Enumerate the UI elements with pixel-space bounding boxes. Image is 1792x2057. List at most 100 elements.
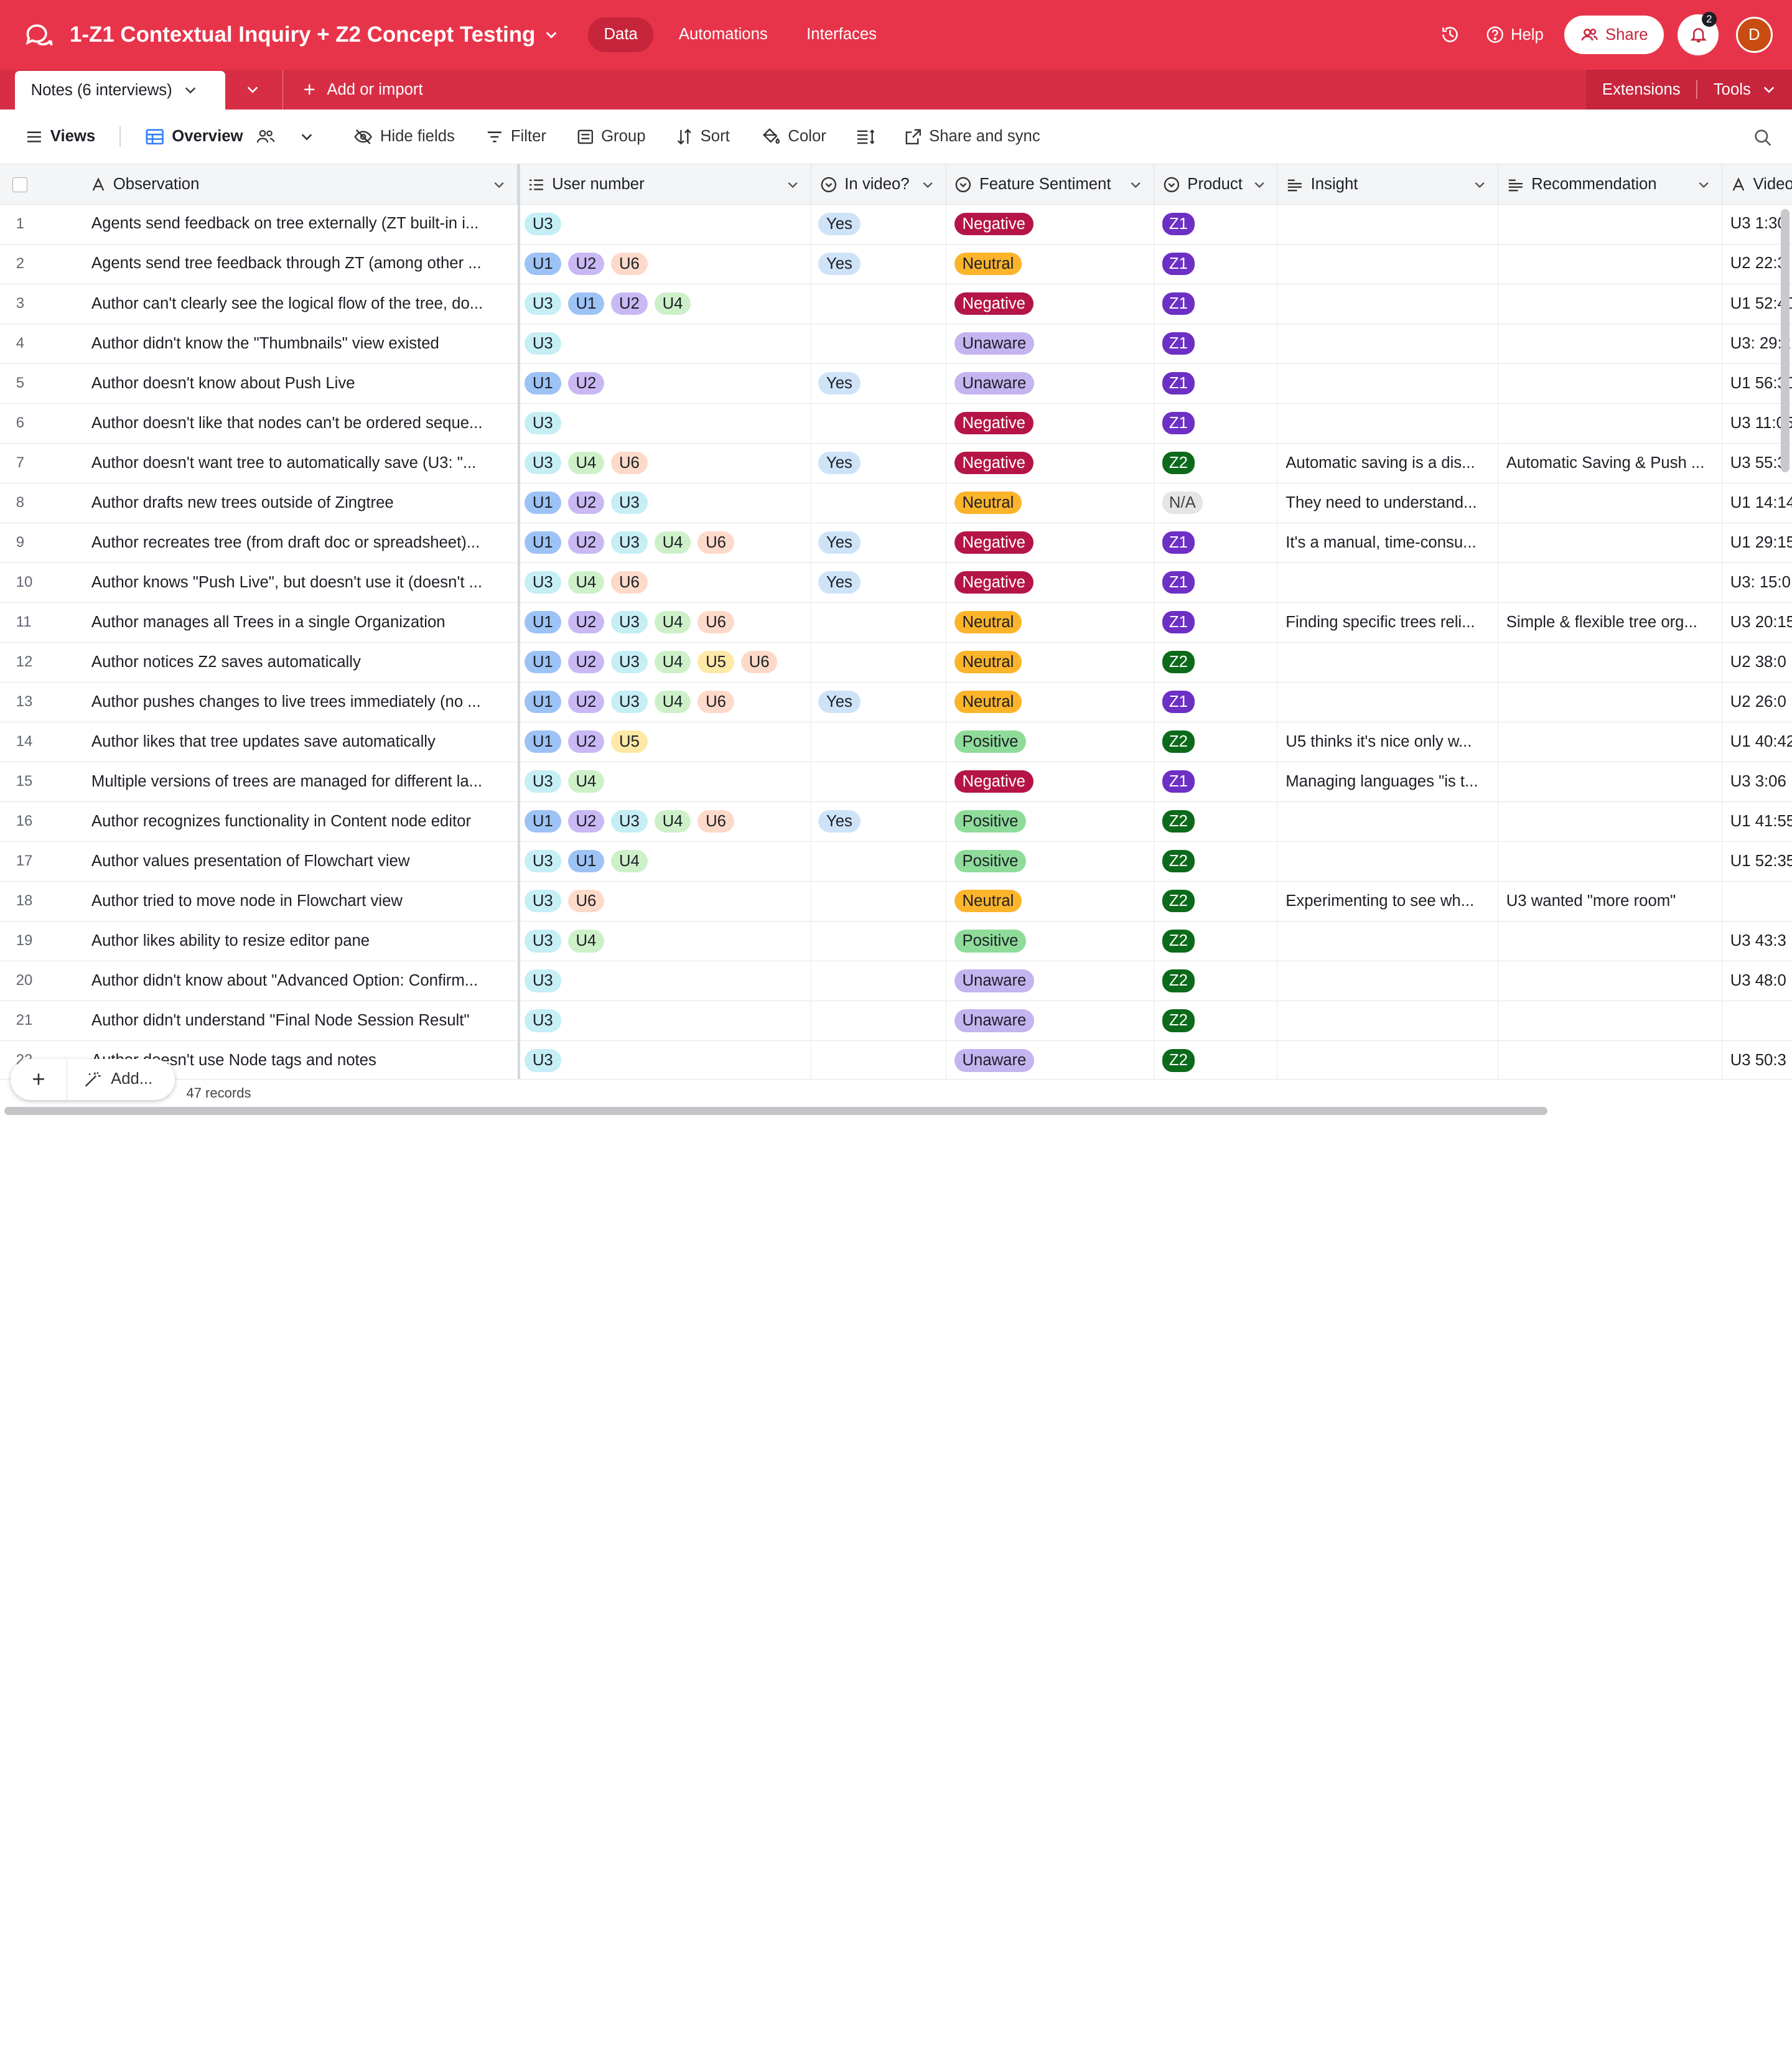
in-video-cell[interactable] bbox=[811, 921, 946, 961]
sentiment-cell[interactable]: Negative bbox=[946, 443, 1155, 483]
observation-cell[interactable]: Author doesn't like that nodes can't be … bbox=[82, 403, 519, 443]
insight-cell[interactable] bbox=[1277, 1001, 1498, 1040]
observation-cell[interactable]: Agents send feedback on tree externally … bbox=[82, 204, 519, 244]
user-number-cell[interactable]: U3 U4 bbox=[519, 921, 812, 961]
extensions-button[interactable]: Extensions bbox=[1586, 81, 1696, 99]
color-button[interactable]: Color bbox=[762, 128, 826, 146]
user-number-cell[interactable]: U3 U4 U6 bbox=[519, 443, 812, 483]
sort-button[interactable]: Sort bbox=[676, 128, 730, 146]
sentiment-cell[interactable]: Positive bbox=[946, 722, 1155, 762]
observation-cell[interactable]: Author pushes changes to live trees imme… bbox=[82, 682, 519, 722]
recommendation-cell[interactable] bbox=[1498, 523, 1722, 562]
group-button[interactable]: Group bbox=[577, 128, 646, 146]
user-number-cell[interactable]: U1 U2 U3 bbox=[519, 483, 812, 523]
sentiment-cell[interactable]: Negative bbox=[946, 403, 1155, 443]
chevron-down-icon[interactable] bbox=[1697, 179, 1710, 191]
video-cell[interactable]: U2 26:0 bbox=[1722, 683, 1792, 721]
observation-cell[interactable]: Author knows "Push Live", but doesn't us… bbox=[82, 562, 519, 602]
in-video-cell[interactable] bbox=[811, 881, 946, 921]
user-number-cell[interactable]: U3 bbox=[519, 1001, 812, 1040]
video-cell[interactable]: U3 50:3 bbox=[1722, 1041, 1792, 1079]
in-video-cell[interactable]: Yes bbox=[811, 363, 946, 403]
user-number-cell[interactable]: U3 bbox=[519, 403, 812, 443]
sentiment-cell[interactable]: Neutral bbox=[946, 881, 1155, 921]
notifications-button[interactable]: 2 bbox=[1678, 12, 1719, 56]
recommendation-cell[interactable] bbox=[1498, 403, 1722, 443]
user-number-cell[interactable]: U3 U4 U6 bbox=[519, 562, 812, 602]
add-record-button[interactable]: + bbox=[11, 1058, 68, 1100]
chevron-down-icon[interactable] bbox=[1129, 179, 1142, 191]
avatar[interactable]: D bbox=[1735, 16, 1773, 54]
observation-cell[interactable]: Author recreates tree (from draft doc or… bbox=[82, 523, 519, 562]
table-row[interactable]: 2 Agents send tree feedback through ZT (a… bbox=[0, 244, 1792, 285]
help-button[interactable]: Help bbox=[1486, 26, 1544, 44]
table-row[interactable]: 3 Author can't clearly see the logical fl… bbox=[0, 284, 1792, 325]
product-cell[interactable]: Z2 bbox=[1154, 722, 1278, 762]
user-number-cell[interactable]: U1 U2 U3 U4 U6 bbox=[519, 801, 812, 841]
observation-cell[interactable]: Author recognizes functionality in Conte… bbox=[82, 801, 519, 841]
product-cell[interactable]: Z1 bbox=[1154, 523, 1278, 562]
observation-cell[interactable]: Author didn't understand "Final Node Ses… bbox=[82, 1001, 519, 1040]
observation-cell[interactable]: Author likes that tree updates save auto… bbox=[82, 722, 519, 762]
table-row[interactable]: 6 Author doesn't like that nodes can't be… bbox=[0, 403, 1792, 444]
product-cell[interactable]: Z1 bbox=[1154, 324, 1278, 363]
view-switcher[interactable]: Overview bbox=[146, 128, 322, 146]
user-number-cell[interactable]: U1 U2 U3 U4 U5 U6 bbox=[519, 642, 812, 682]
insight-cell[interactable] bbox=[1277, 204, 1498, 244]
user-number-cell[interactable]: U1 U2 U3 U4 U6 bbox=[519, 682, 812, 722]
recommendation-cell[interactable] bbox=[1498, 284, 1722, 324]
chevron-down-icon[interactable] bbox=[493, 179, 505, 191]
video-cell[interactable] bbox=[1722, 1001, 1792, 1040]
in-video-cell[interactable]: Yes bbox=[811, 523, 946, 562]
chevron-down-icon[interactable] bbox=[1473, 179, 1486, 191]
insight-cell[interactable]: U5 thinks it's nice only w... bbox=[1277, 722, 1498, 762]
add-or-import-button[interactable]: + Add or import bbox=[282, 70, 423, 110]
video-cell[interactable]: U1 41:55 bbox=[1722, 802, 1792, 841]
sentiment-cell[interactable]: Positive bbox=[946, 841, 1155, 881]
table-row[interactable]: 12 Author notices Z2 saves automatically U… bbox=[0, 642, 1792, 683]
in-video-cell[interactable] bbox=[811, 762, 946, 801]
in-video-cell[interactable] bbox=[811, 324, 946, 363]
all-tables-button[interactable] bbox=[246, 70, 259, 110]
top-tab-data[interactable]: Data bbox=[587, 17, 654, 52]
column-header-insight[interactable]: Insight bbox=[1277, 164, 1498, 205]
in-video-cell[interactable] bbox=[811, 642, 946, 682]
base-title[interactable]: 1-Z1 Contextual Inquiry + Z2 Concept Tes… bbox=[70, 22, 535, 47]
sentiment-cell[interactable]: Negative bbox=[946, 562, 1155, 602]
recommendation-cell[interactable] bbox=[1498, 1001, 1722, 1040]
recommendation-cell[interactable] bbox=[1498, 244, 1722, 284]
filter-button[interactable]: Filter bbox=[487, 128, 546, 146]
product-cell[interactable]: Z1 bbox=[1154, 562, 1278, 602]
column-header-observation[interactable]: Observation bbox=[82, 164, 519, 205]
in-video-cell[interactable] bbox=[811, 483, 946, 523]
insight-cell[interactable] bbox=[1277, 403, 1498, 443]
product-cell[interactable]: Z2 bbox=[1154, 642, 1278, 682]
recommendation-cell[interactable]: Automatic Saving & Push ... bbox=[1498, 443, 1722, 483]
sentiment-cell[interactable]: Unaware bbox=[946, 363, 1155, 403]
insight-cell[interactable] bbox=[1277, 324, 1498, 363]
user-number-cell[interactable]: U3 bbox=[519, 204, 812, 244]
video-cell[interactable] bbox=[1722, 882, 1792, 920]
user-number-cell[interactable]: U3 U1 U4 bbox=[519, 841, 812, 881]
user-number-cell[interactable]: U3 bbox=[519, 324, 812, 363]
table-tab-notes[interactable]: Notes (6 interviews) bbox=[14, 70, 225, 110]
observation-cell[interactable]: Agents send tree feedback through ZT (am… bbox=[82, 244, 519, 284]
in-video-cell[interactable] bbox=[811, 961, 946, 1001]
in-video-cell[interactable]: Yes bbox=[811, 682, 946, 722]
insight-cell[interactable] bbox=[1277, 562, 1498, 602]
insight-cell[interactable]: It's a manual, time-consu... bbox=[1277, 523, 1498, 562]
user-number-cell[interactable]: U3 U1 U2 U4 bbox=[519, 284, 812, 324]
recommendation-cell[interactable]: U3 wanted "more room" bbox=[1498, 881, 1722, 921]
in-video-cell[interactable]: Yes bbox=[811, 443, 946, 483]
row-height-button[interactable] bbox=[856, 129, 882, 144]
recommendation-cell[interactable] bbox=[1498, 961, 1722, 1001]
video-cell[interactable]: U1 14:14 bbox=[1722, 483, 1792, 522]
recommendation-cell[interactable] bbox=[1498, 204, 1722, 244]
sentiment-cell[interactable]: Negative bbox=[946, 523, 1155, 562]
insight-cell[interactable] bbox=[1277, 642, 1498, 682]
views-button[interactable]: Views bbox=[26, 128, 95, 146]
product-cell[interactable]: Z2 bbox=[1154, 443, 1278, 483]
recommendation-cell[interactable] bbox=[1498, 722, 1722, 762]
product-cell[interactable]: Z1 bbox=[1154, 244, 1278, 284]
sentiment-cell[interactable]: Neutral bbox=[946, 682, 1155, 722]
